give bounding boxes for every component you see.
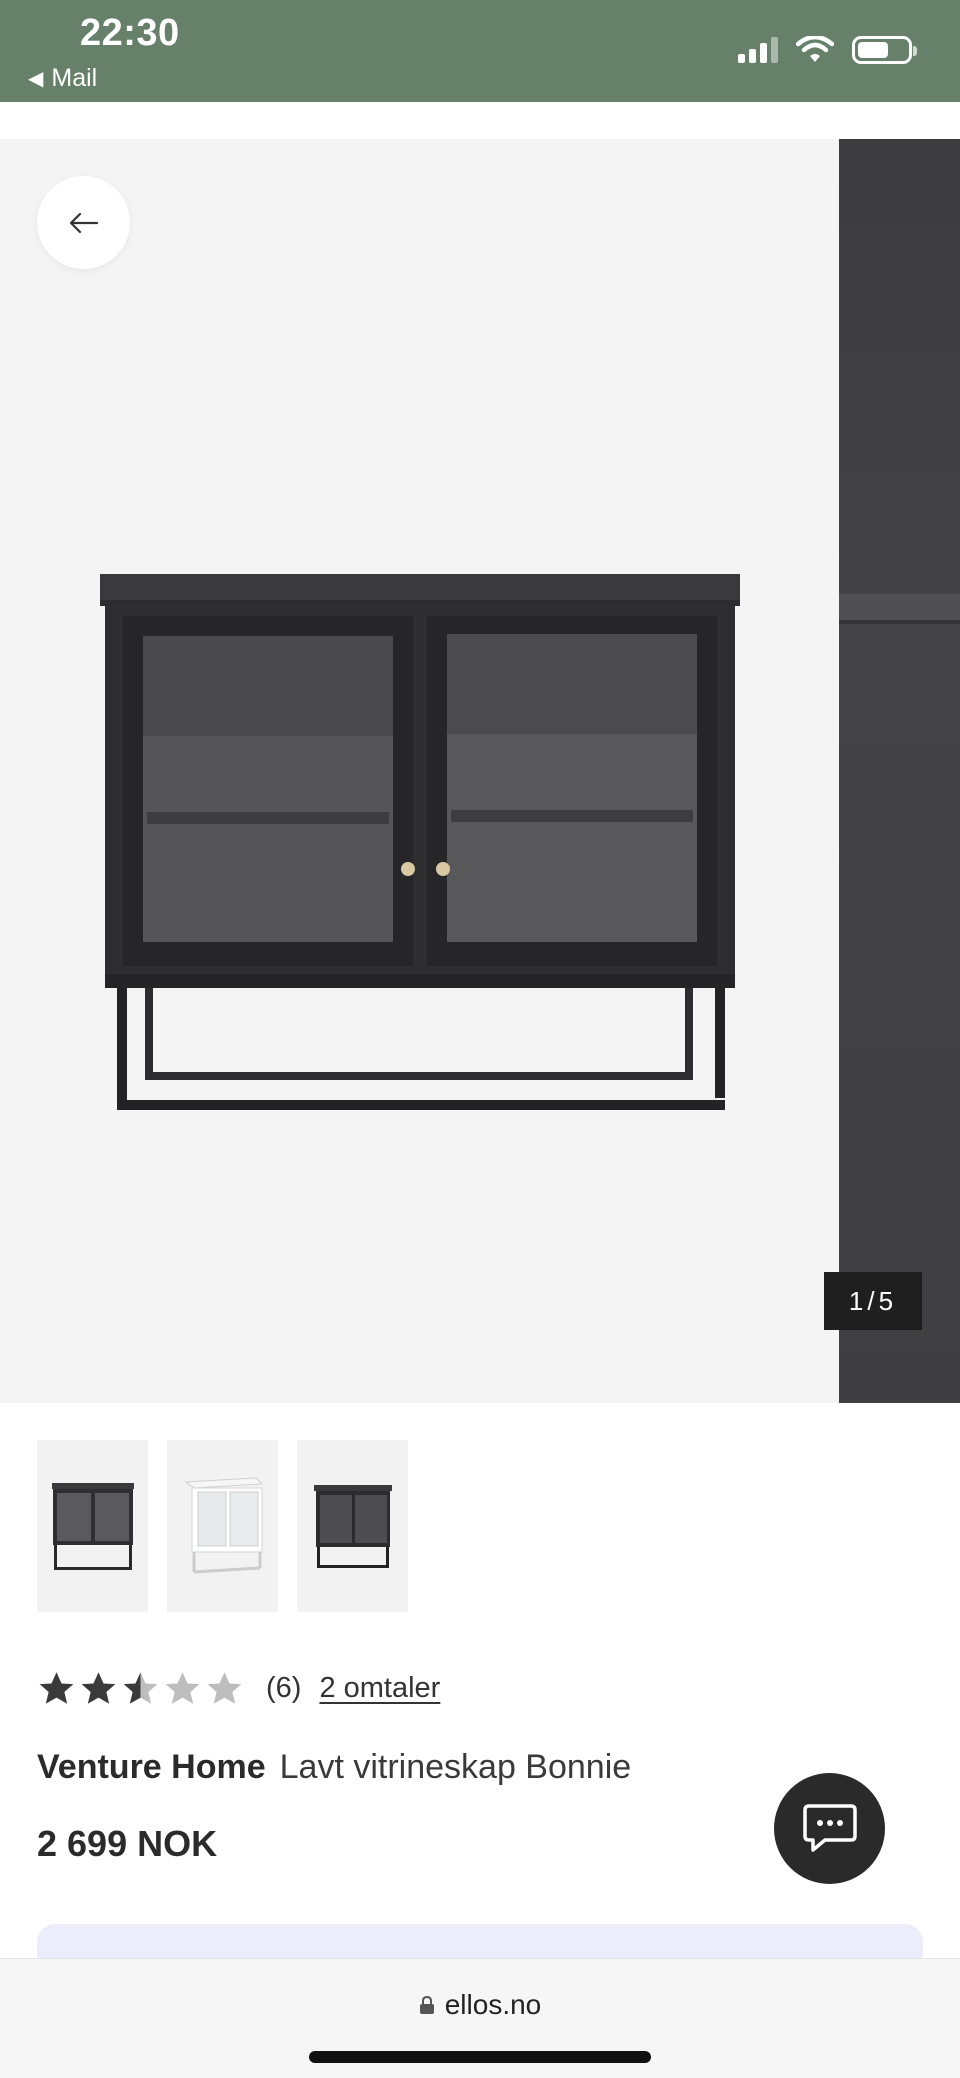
thumbnail-black-cabinet-angle <box>313 1485 392 1568</box>
thumbnail-1[interactable] <box>37 1440 148 1612</box>
next-preview-shelf <box>839 594 960 624</box>
wifi-icon <box>796 36 834 62</box>
battery-icon <box>852 36 917 64</box>
thumbnail-2[interactable] <box>167 1440 278 1612</box>
product-image-next-preview[interactable] <box>839 139 960 1403</box>
home-indicator[interactable] <box>309 2051 651 2063</box>
back-button[interactable] <box>37 176 130 269</box>
star-icon <box>123 1672 158 1704</box>
product-image-cabinet <box>100 574 740 1110</box>
product-title: Venture Home Lavt vitrineskap Bonnie <box>37 1748 631 1787</box>
arrow-left-icon <box>69 212 98 233</box>
product-rating[interactable]: (6) 2 omtaler <box>37 1670 440 1706</box>
image-counter: 1 / 5 <box>824 1272 922 1330</box>
star-icon <box>39 1672 74 1704</box>
cellular-signal-icon <box>738 37 778 63</box>
image-counter-current: 1 <box>848 1285 868 1316</box>
status-icons <box>738 36 917 64</box>
star-icon <box>81 1672 116 1704</box>
back-triangle-icon: ◀ <box>28 68 44 90</box>
reviews-link[interactable]: 2 omtaler <box>319 1672 440 1705</box>
browser-bar: ellos.no <box>0 1958 960 2078</box>
product-price: 2 699 NOK <box>37 1823 218 1864</box>
thumbnail-black-cabinet <box>51 1483 134 1570</box>
back-app-label: Mail <box>51 64 98 92</box>
thumbnail-strip <box>37 1440 408 1612</box>
chat-button[interactable] <box>774 1773 885 1884</box>
rating-count: (6) <box>266 1671 302 1704</box>
chat-bubble-icon <box>802 1803 857 1852</box>
image-counter-total: 5 <box>878 1285 898 1316</box>
product-name: Lavt vitrineskap Bonnie <box>279 1748 632 1786</box>
lock-icon <box>419 1995 434 2014</box>
thumbnail-3[interactable] <box>297 1440 408 1612</box>
product-image-main[interactable] <box>0 139 839 1403</box>
product-brand[interactable]: Venture Home <box>37 1748 266 1786</box>
image-counter-separator: / <box>867 1285 879 1316</box>
product-image-carousel[interactable]: 1 / 5 <box>0 139 960 1403</box>
status-bar: 22:30 ◀ Mail <box>0 0 960 102</box>
rating-stars <box>37 1670 244 1706</box>
thumbnail-white-cabinet <box>184 1477 263 1574</box>
star-icon <box>207 1672 242 1704</box>
url-text: ellos.no <box>444 1989 542 2020</box>
back-to-mail[interactable]: ◀ Mail <box>28 64 97 93</box>
address-bar[interactable]: ellos.no <box>0 1989 960 2021</box>
star-icon <box>165 1672 200 1704</box>
status-time: 22:30 <box>80 12 180 54</box>
